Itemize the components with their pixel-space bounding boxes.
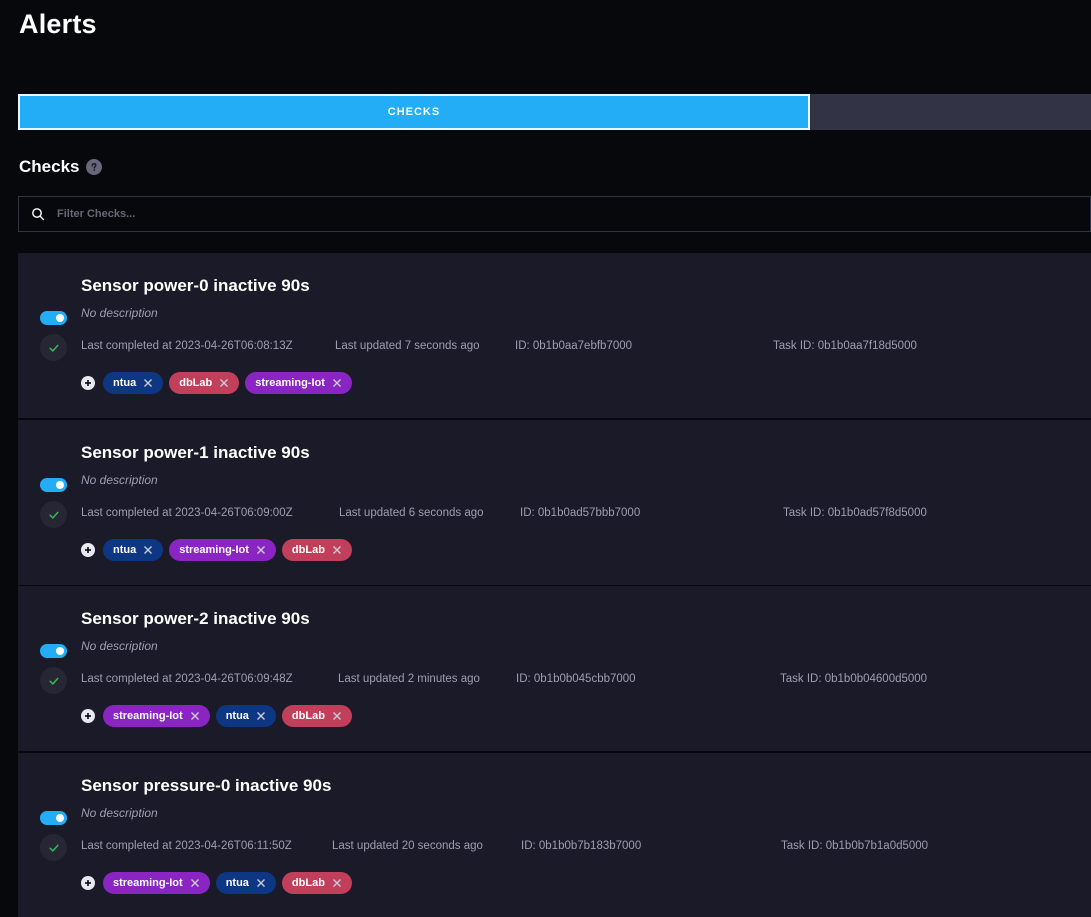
check-id: ID: 0b1b0aa7ebfb7000 [515, 340, 633, 352]
checks-header: Checks [19, 156, 103, 178]
last-updated: Last updated 2 minutes ago [338, 673, 480, 685]
label-chip-text: dbLab [291, 710, 325, 722]
check-description[interactable]: No description [81, 473, 158, 487]
check-enabled-toggle[interactable] [40, 478, 67, 492]
check-icon [40, 501, 67, 528]
check-enabled-toggle[interactable] [40, 311, 67, 325]
check-name[interactable]: Sensor power-0 inactive 90s [81, 276, 310, 296]
check-description[interactable]: No description [81, 806, 158, 820]
last-updated: Last updated 7 seconds ago [335, 340, 480, 352]
label-chip[interactable]: ntua [103, 372, 164, 394]
label-chip-text: ntua [225, 710, 249, 722]
last-updated: Last updated 6 seconds ago [339, 507, 484, 519]
check-description[interactable]: No description [81, 306, 158, 320]
toggle-knob [56, 481, 64, 489]
search-icon [31, 207, 45, 221]
label-chip[interactable]: dbLab [281, 872, 352, 894]
toggle-knob [56, 814, 64, 822]
check-icon [40, 334, 67, 361]
check-icon [40, 834, 67, 861]
close-icon[interactable] [256, 711, 266, 721]
plus-icon[interactable] [81, 376, 95, 390]
label-chip[interactable]: streaming-Iot [103, 872, 210, 894]
label-chip-text: dbLab [179, 377, 213, 389]
last-completed: Last completed at 2023-04-26T06:09:48Z [81, 673, 293, 685]
check-card: Sensor power-1 inactive 90s No descriptio… [18, 420, 1091, 585]
close-icon[interactable] [190, 711, 200, 721]
label-chip[interactable]: dbLab [281, 705, 352, 727]
close-icon[interactable] [143, 545, 153, 555]
last-updated: Last updated 20 seconds ago [332, 840, 483, 852]
close-icon[interactable] [332, 545, 342, 555]
label-chip-text: streaming-Iot [113, 710, 183, 722]
close-icon[interactable] [143, 378, 153, 388]
label-chip[interactable]: ntua [215, 705, 276, 727]
check-icon [40, 667, 67, 694]
task-id: Task ID: 0b1b0b7b1a0d5000 [781, 840, 929, 852]
close-icon[interactable] [332, 878, 342, 888]
checks-title: Checks [19, 157, 80, 176]
check-id: ID: 0b1b0b7b183b7000 [521, 840, 642, 852]
label-chip-text: streaming-Iot [255, 377, 325, 389]
label-chip[interactable]: streaming-Iot [245, 372, 352, 394]
check-enabled-toggle[interactable] [40, 811, 67, 825]
close-icon[interactable] [219, 378, 229, 388]
label-chip-text: dbLab [291, 877, 325, 889]
check-id: ID: 0b1b0b045cbb7000 [516, 673, 636, 685]
tab-checks[interactable]: CHECKS [18, 94, 810, 130]
label-chip-text: streaming-Iot [113, 877, 183, 889]
label-chip[interactable]: dbLab [281, 539, 352, 561]
check-enabled-toggle[interactable] [40, 644, 67, 658]
check-card: Sensor power-2 inactive 90s No descriptio… [18, 586, 1091, 751]
close-icon[interactable] [256, 878, 266, 888]
task-id: Task ID: 0b1b0ad57f8d5000 [783, 507, 927, 519]
check-name[interactable]: Sensor power-2 inactive 90s [81, 609, 310, 629]
filter-checks-input[interactable] [55, 198, 1090, 230]
task-id: Task ID: 0b1b0b04600d5000 [780, 673, 928, 685]
check-labels: ntua dbLab streaming-Iot [81, 372, 352, 394]
last-completed: Last completed at 2023-04-26T06:09:00Z [81, 507, 293, 519]
toggle-knob [56, 647, 64, 655]
check-name[interactable]: Sensor power-1 inactive 90s [81, 443, 310, 463]
close-icon[interactable] [332, 711, 342, 721]
check-labels: streaming-Iot ntua dbLab [81, 872, 352, 894]
check-id: ID: 0b1b0ad57bbb7000 [520, 507, 641, 519]
last-completed: Last completed at 2023-04-26T06:11:50Z [81, 840, 292, 852]
check-labels: ntua streaming-Iot dbLab [81, 539, 352, 561]
label-chip-text: ntua [113, 377, 137, 389]
label-chip[interactable]: streaming-Iot [103, 705, 210, 727]
check-name[interactable]: Sensor pressure-0 inactive 90s [81, 776, 331, 796]
label-chip-text: ntua [113, 544, 137, 556]
alerts-page: Alerts CHECKS Checks Sensor power-0 inac… [0, 0, 1091, 917]
alerts-tabs: CHECKS [18, 94, 1091, 130]
last-completed: Last completed at 2023-04-26T06:08:13Z [81, 340, 293, 352]
tab-secondary[interactable] [810, 94, 1091, 130]
label-chip[interactable]: ntua [103, 539, 164, 561]
close-icon[interactable] [256, 545, 266, 555]
label-chip-text: streaming-Iot [179, 544, 249, 556]
label-chip-text: dbLab [291, 544, 325, 556]
check-description[interactable]: No description [81, 639, 158, 653]
plus-icon[interactable] [81, 876, 95, 890]
help-icon[interactable] [86, 159, 103, 175]
label-chip-text: ntua [225, 877, 249, 889]
close-icon[interactable] [332, 378, 342, 388]
plus-icon[interactable] [81, 543, 95, 557]
label-chip[interactable]: ntua [215, 872, 276, 894]
check-labels: streaming-Iot ntua dbLab [81, 705, 352, 727]
check-card: Sensor pressure-0 inactive 90s No descrip… [18, 753, 1091, 917]
toggle-knob [56, 314, 64, 322]
close-icon[interactable] [190, 878, 200, 888]
label-chip[interactable]: dbLab [169, 372, 240, 394]
plus-icon[interactable] [81, 709, 95, 723]
check-card: Sensor power-0 inactive 90s No descriptio… [18, 253, 1091, 418]
task-id: Task ID: 0b1b0aa7f18d5000 [773, 340, 917, 352]
page-title: Alerts [19, 9, 97, 39]
label-chip[interactable]: streaming-Iot [169, 539, 276, 561]
filter-checks [18, 196, 1091, 232]
